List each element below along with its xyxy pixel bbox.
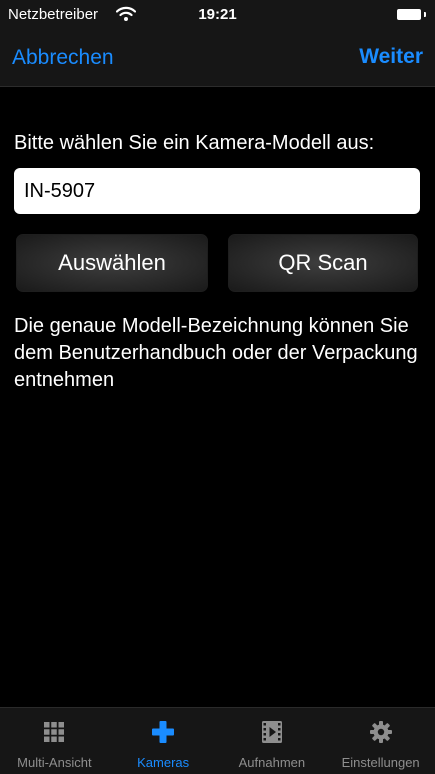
tab-bar: Multi-Ansicht Kameras Aufnahmen Einstell… xyxy=(0,707,435,774)
status-bar: Netzbetreiber 19:21 xyxy=(0,0,435,30)
tab-label: Kameras xyxy=(137,755,190,770)
tab-multi-view[interactable]: Multi-Ansicht xyxy=(0,708,109,774)
tab-settings[interactable]: Einstellungen xyxy=(326,708,435,774)
film-icon xyxy=(261,721,282,743)
select-button[interactable]: Auswählen xyxy=(16,234,208,292)
gear-icon xyxy=(369,721,392,743)
cancel-button[interactable]: Abbrechen xyxy=(12,46,114,70)
model-info-text: Die genaue Modell-Bezeichnung können Sie… xyxy=(14,315,418,391)
status-time: 19:21 xyxy=(198,6,237,23)
battery-icon xyxy=(397,9,426,20)
tab-label: Aufnahmen xyxy=(238,755,306,770)
tab-recordings[interactable]: Aufnahmen xyxy=(218,708,327,774)
tab-cameras[interactable]: Kameras xyxy=(109,708,218,774)
grid-icon xyxy=(44,722,65,742)
qr-scan-button[interactable]: QR Scan xyxy=(228,234,418,292)
camera-model-prompt: Bitte wählen Sie ein Kamera-Modell aus: xyxy=(14,132,375,154)
tab-label: Multi-Ansicht xyxy=(17,755,92,770)
camera-model-input[interactable] xyxy=(14,168,420,214)
next-button[interactable]: Weiter xyxy=(359,45,423,69)
plus-icon xyxy=(152,721,175,743)
tab-label: Einstellungen xyxy=(341,755,420,770)
navigation-bar: Abbrechen Weiter xyxy=(0,30,435,87)
